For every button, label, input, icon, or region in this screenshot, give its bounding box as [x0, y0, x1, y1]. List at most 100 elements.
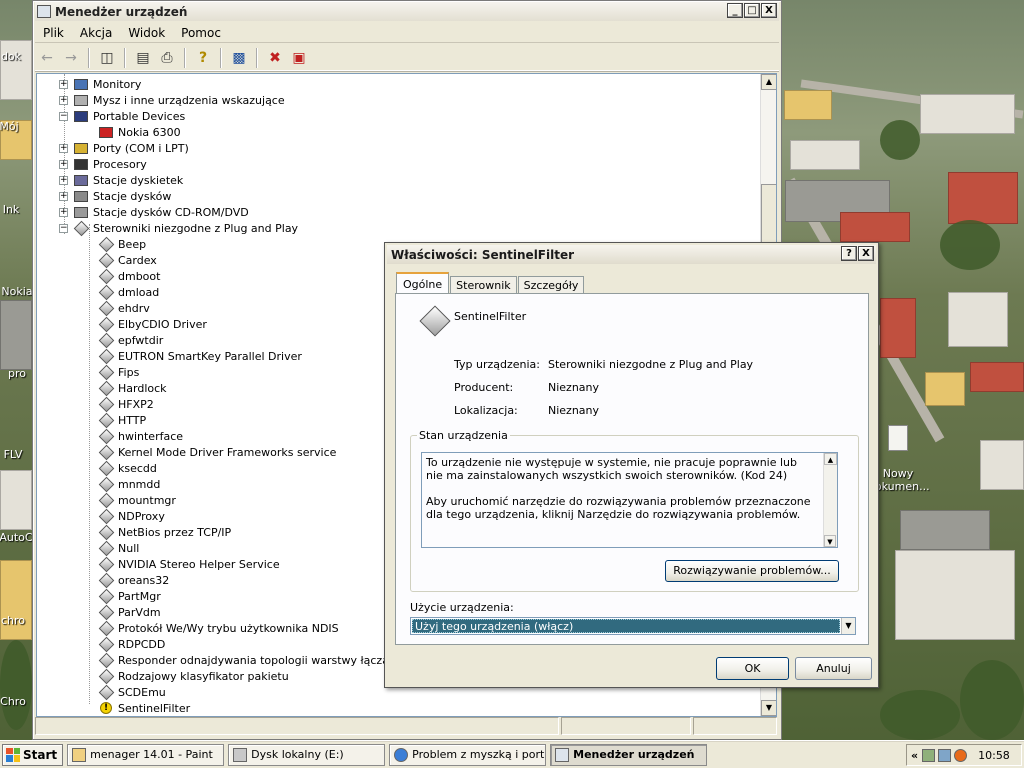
tree-device[interactable]: NDProxy — [84, 508, 165, 524]
properties-titlebar[interactable]: Właściwości: SentinelFilter ? X — [387, 245, 876, 264]
chevron-down-icon[interactable]: ▼ — [841, 618, 855, 634]
uninstall-icon[interactable]: ✖ — [264, 48, 286, 68]
tree-device[interactable]: PartMgr — [84, 588, 161, 604]
ok-button[interactable]: OK — [716, 657, 789, 680]
troubleshoot-button[interactable]: Rozwiązywanie problemów... — [665, 560, 839, 582]
taskbar-item-local-disk[interactable]: Dysk lokalny (E:) — [228, 743, 386, 766]
device-manager-titlebar[interactable]: Menedżer urządzeń _ □ X — [35, 2, 779, 21]
tree-device[interactable]: mountmgr — [84, 492, 176, 508]
tree-item-label: ParVdm — [118, 605, 161, 619]
scroll-down-button[interactable]: ▼ — [824, 535, 836, 547]
volume-icon[interactable] — [938, 748, 952, 762]
tree-device[interactable]: HFXP2 — [84, 396, 154, 412]
scroll-up-button[interactable]: ▲ — [761, 74, 776, 90]
expand-icon[interactable]: + — [59, 159, 68, 169]
expand-icon[interactable]: + — [59, 175, 68, 185]
menu-file[interactable]: Plik — [35, 26, 72, 40]
scroll-up-button[interactable]: ▲ — [824, 453, 837, 465]
tree-device[interactable]: EUTRON SmartKey Parallel Driver — [84, 348, 302, 364]
properties-icon[interactable]: ▤ — [132, 48, 154, 68]
collapse-icon[interactable]: − — [59, 111, 68, 121]
device-usage-select[interactable]: Użyj tego urządzenia (włącz) ▼ — [410, 617, 856, 635]
field-label-type: Typ urządzenia: — [454, 358, 541, 371]
forward-arrow-icon[interactable]: → — [60, 48, 82, 68]
tree-device[interactable]: Hardlock — [84, 380, 167, 396]
menu-help[interactable]: Pomoc — [173, 26, 229, 40]
wallpaper-building — [790, 140, 860, 170]
tree-device[interactable]: epfwtdir — [84, 332, 163, 348]
tree-device[interactable]: oreans32 — [84, 572, 169, 588]
tree-device[interactable]: ElbyCDIO Driver — [84, 316, 207, 332]
tree-category[interactable]: + Monitory — [59, 76, 141, 92]
tree-category[interactable]: − Sterowniki niezgodne z Plug and Play — [59, 220, 298, 236]
expand-icon[interactable]: + — [59, 79, 68, 89]
taskbar-item-browser[interactable]: Problem z myszką i porta... — [389, 743, 547, 766]
collapse-icon[interactable]: − — [59, 223, 68, 233]
tree-device[interactable]: dmboot — [84, 268, 160, 284]
tree-device[interactable]: Kernel Mode Driver Frameworks service — [84, 444, 336, 460]
tree-device[interactable]: Fips — [84, 364, 139, 380]
diamond-icon — [98, 412, 114, 428]
tray-expand-icon[interactable]: « — [911, 749, 918, 762]
help-button[interactable]: ? — [841, 246, 857, 261]
expand-icon[interactable]: + — [59, 191, 68, 201]
tree-device[interactable]: Responder odnajdywania topologii warstwy… — [84, 652, 389, 668]
wallpaper-trees — [0, 640, 32, 730]
tree-category[interactable]: + Stacje dyskietek — [59, 172, 183, 188]
tree-device[interactable]: SCDEmu — [84, 684, 166, 700]
tree-device[interactable]: HTTP — [84, 412, 146, 428]
tree-category[interactable]: + Stacje dysków — [59, 188, 171, 204]
status-scrollbar[interactable]: ▲ ▼ — [823, 453, 837, 547]
tree-category[interactable]: + Procesory — [59, 156, 147, 172]
tree-device[interactable]: Beep — [84, 236, 146, 252]
maximize-button[interactable]: □ — [744, 3, 760, 18]
alert-icon[interactable] — [954, 748, 968, 762]
tree-device[interactable]: hwinterface — [84, 428, 183, 444]
tree-category[interactable]: − Portable Devices — [59, 108, 185, 124]
cancel-button[interactable]: Anuluj — [795, 657, 872, 680]
expand-icon[interactable]: + — [59, 95, 68, 105]
wallpaper-building — [0, 300, 32, 370]
wallpaper-building — [920, 94, 1015, 134]
minimize-button[interactable]: _ — [727, 3, 743, 18]
taskbar-item-paint[interactable]: menager 14.01 - Paint — [67, 743, 225, 766]
menu-view[interactable]: Widok — [120, 26, 173, 40]
hardware-icon — [74, 110, 88, 122]
network-icon[interactable] — [922, 748, 936, 762]
menu-action[interactable]: Akcja — [72, 26, 120, 40]
expand-icon[interactable]: + — [59, 207, 68, 217]
tree-device[interactable]: Null — [84, 540, 139, 556]
scan-hardware-icon[interactable]: ▩ — [228, 48, 250, 68]
tree-category[interactable]: + Porty (COM i LPT) — [59, 140, 189, 156]
start-button[interactable]: Start — [2, 743, 64, 766]
print-icon[interactable]: ⎙ — [156, 48, 178, 68]
tree-device[interactable]: ! SentinelFilter — [84, 700, 190, 716]
status-bar — [35, 717, 779, 737]
tree-device[interactable]: NetBios przez TCP/IP — [84, 524, 231, 540]
tree-device[interactable]: mnmdd — [84, 476, 160, 492]
tree-device[interactable]: ksecdd — [84, 460, 157, 476]
tree-category[interactable]: + Stacje dysków CD-ROM/DVD — [59, 204, 249, 220]
tree-device[interactable]: Protokół We/Wy trybu użytkownika NDIS — [84, 620, 339, 636]
tree-device[interactable]: NVIDIA Stereo Helper Service — [84, 556, 280, 572]
tree-device[interactable]: Cardex — [84, 252, 157, 268]
scroll-down-button[interactable]: ▼ — [761, 700, 776, 716]
device-status-text[interactable]: To urządzenie nie występuje w systemie, … — [421, 452, 838, 548]
help-icon[interactable]: ? — [192, 48, 214, 68]
back-arrow-icon[interactable]: ← — [36, 48, 58, 68]
tree-category[interactable]: + Mysz i inne urządzenia wskazujące — [59, 92, 285, 108]
tree-device[interactable]: dmload — [84, 284, 159, 300]
properties-dialog: Właściwości: SentinelFilter ? X Ogólne S… — [384, 242, 879, 688]
tree-device[interactable]: ehdrv — [84, 300, 150, 316]
close-button[interactable]: X — [858, 246, 874, 261]
disable-device-icon[interactable]: ▣ — [288, 48, 310, 68]
tree-device[interactable]: Nokia 6300 — [84, 124, 181, 140]
tree-device[interactable]: Rodzajowy klasyfikator pakietu — [84, 668, 289, 684]
generic-device-icon — [98, 492, 114, 508]
tree-device[interactable]: ParVdm — [84, 604, 161, 620]
close-button[interactable]: X — [761, 3, 777, 18]
tree-device[interactable]: RDPCDD — [84, 636, 165, 652]
taskbar-item-device-manager[interactable]: Menedżer urządzeń — [550, 743, 708, 766]
expand-icon[interactable]: + — [59, 143, 68, 153]
show-hide-console-tree-icon[interactable]: ◫ — [96, 48, 118, 68]
